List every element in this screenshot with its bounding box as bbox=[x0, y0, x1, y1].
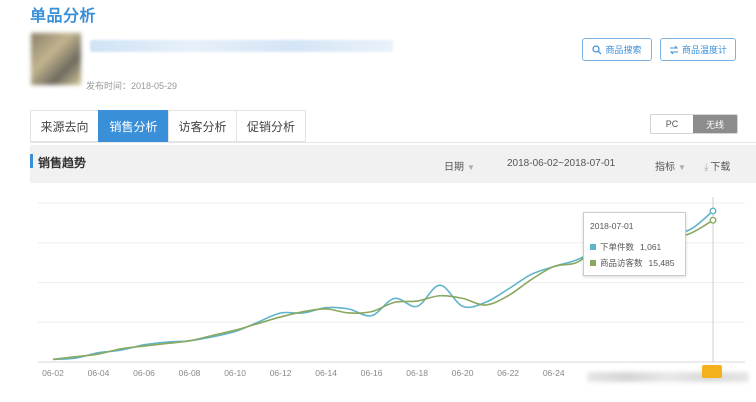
search-icon bbox=[592, 44, 602, 54]
x-tick-label-06-16: 06-16 bbox=[361, 368, 383, 378]
x-tick-label-06-08: 06-08 bbox=[179, 368, 201, 378]
tooltip-value-orders: 1,061 bbox=[640, 242, 662, 252]
device-toggle: PC 无线 bbox=[650, 114, 738, 134]
tab-sales[interactable]: 销售分析 bbox=[98, 110, 168, 142]
tab-source[interactable]: 来源去向 bbox=[30, 110, 98, 142]
x-tick-label-06-18: 06-18 bbox=[406, 368, 428, 378]
download-label: 下载 bbox=[710, 162, 731, 173]
download-button[interactable]: ⤓ 下载 bbox=[704, 158, 730, 173]
tooltip-date: 2018-07-01 bbox=[590, 221, 634, 231]
series-b-swatch bbox=[590, 260, 596, 266]
x-tick-label-06-22: 06-22 bbox=[497, 368, 519, 378]
x-tick-label-06-06: 06-06 bbox=[133, 368, 155, 378]
product-search-label: 商品搜索 bbox=[605, 45, 642, 55]
series-point-0-last bbox=[709, 207, 717, 215]
series-a-swatch bbox=[590, 244, 596, 250]
device-pc-button[interactable]: PC bbox=[651, 115, 693, 133]
download-icon: ⤓ bbox=[704, 162, 709, 173]
page-title: 单品分析 bbox=[30, 8, 97, 25]
date-label: 日期 bbox=[444, 162, 464, 173]
swap-icon bbox=[669, 45, 679, 54]
chart-tooltip: 2018-07-01 下单件数 1,061 商品访客数 15,485 bbox=[583, 212, 686, 276]
device-wireless-button[interactable]: 无线 bbox=[693, 115, 737, 133]
tooltip-row-visitors: 商品访客数 15,485 bbox=[590, 257, 675, 269]
blurred-watermark bbox=[587, 372, 749, 382]
section-title: 销售趋势 bbox=[38, 156, 87, 170]
product-thermometer-label: 商品温度计 bbox=[681, 45, 727, 55]
analysis-tabs: 来源去向 销售分析 访客分析 促销分析 bbox=[30, 110, 306, 142]
product-image[interactable] bbox=[31, 33, 81, 85]
x-tick-label-06-12: 06-12 bbox=[270, 368, 292, 378]
metric-label: 指标 bbox=[655, 162, 675, 173]
metric-dropdown[interactable]: 指标 ▼ bbox=[655, 158, 686, 173]
product-thermometer-button[interactable]: 商品温度计 bbox=[660, 38, 736, 61]
x-tick-label-06-14: 06-14 bbox=[315, 368, 337, 378]
scroll-marker[interactable] bbox=[702, 365, 722, 378]
tooltip-label-visitors: 商品访客数 bbox=[600, 258, 643, 268]
tab-promotion[interactable]: 促销分析 bbox=[236, 110, 306, 142]
tab-visitors[interactable]: 访客分析 bbox=[168, 110, 236, 142]
chevron-down-icon: ▼ bbox=[467, 163, 475, 172]
product-search-button[interactable]: 商品搜索 bbox=[582, 38, 652, 61]
section-accent-bar bbox=[30, 154, 33, 168]
x-tick-label-06-24: 06-24 bbox=[543, 368, 565, 378]
product-name-blurred[interactable] bbox=[90, 40, 393, 52]
date-dropdown[interactable]: 日期 ▼ bbox=[444, 158, 475, 173]
chevron-down-icon: ▼ bbox=[678, 163, 686, 172]
x-tick-label-06-10: 06-10 bbox=[224, 368, 246, 378]
tooltip-row-orders: 下单件数 1,061 bbox=[590, 241, 661, 253]
series-point-1-last bbox=[709, 216, 717, 224]
date-range[interactable]: 2018-06-02~2018-07-01 bbox=[507, 158, 615, 169]
divider bbox=[30, 142, 756, 143]
x-tick-label-06-02: 06-02 bbox=[42, 368, 64, 378]
x-tick-label-06-20: 06-20 bbox=[452, 368, 474, 378]
tooltip-value-visitors: 15,485 bbox=[648, 258, 675, 268]
x-tick-label-06-04: 06-04 bbox=[88, 368, 110, 378]
section-header bbox=[30, 145, 756, 183]
tooltip-label-orders: 下单件数 bbox=[600, 242, 635, 252]
publish-time: 发布时间：2018-05-29 bbox=[86, 81, 178, 91]
